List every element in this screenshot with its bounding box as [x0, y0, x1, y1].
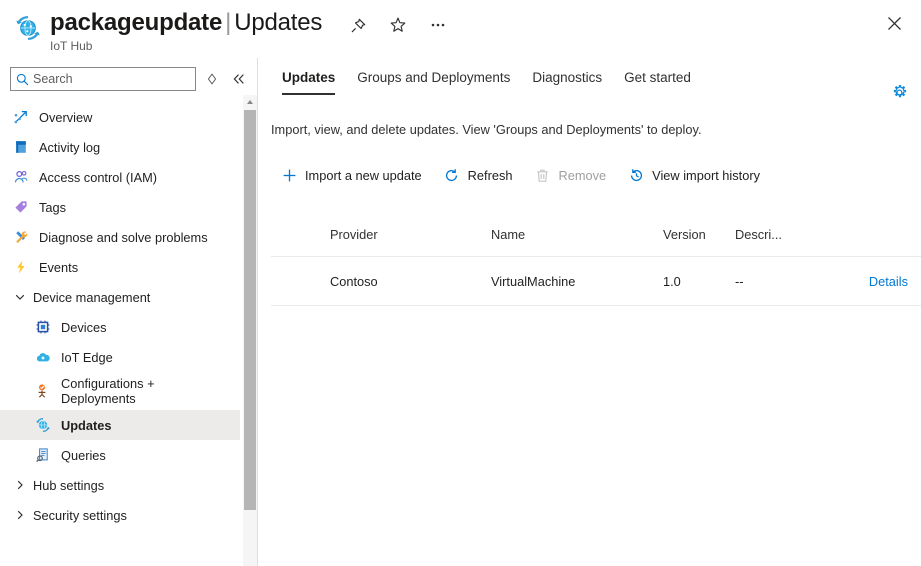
- page-name: Updates: [234, 9, 322, 36]
- sidebar-item-label: Access control (IAM): [39, 170, 157, 185]
- chevron-right-icon: [10, 509, 30, 521]
- tab-get-started[interactable]: Get started: [613, 58, 702, 95]
- command-label: Import a new update: [305, 168, 422, 183]
- tab-bar: Updates Groups and Deployments Diagnosti…: [258, 58, 921, 96]
- events-icon: [10, 259, 32, 275]
- scroll-up-arrow-icon[interactable]: [243, 95, 257, 109]
- sidebar-group-security-settings[interactable]: Security settings: [0, 500, 240, 530]
- import-a-new-update-button[interactable]: Import a new update: [271, 160, 431, 190]
- sidebar-item-label: Tags: [39, 200, 66, 215]
- cell-provider: Contoso: [271, 274, 491, 289]
- sidebar-item-events[interactable]: Events: [0, 252, 240, 282]
- gear-icon[interactable]: [885, 78, 913, 106]
- sidebar-item-label: Queries: [61, 448, 106, 463]
- updates-table: Provider Name Version Descri... Contoso …: [271, 204, 921, 306]
- history-clock-icon: [627, 168, 645, 183]
- sidebar-group-device-management[interactable]: Device management: [0, 282, 240, 312]
- sidebar-item-iot-edge[interactable]: IoT Edge: [0, 342, 240, 372]
- command-label: Remove: [558, 168, 606, 183]
- sidebar-item-label: Events: [39, 260, 78, 275]
- table-header-row: Provider Name Version Descri...: [271, 204, 921, 256]
- sidebar-item-label: IoT Edge: [61, 350, 113, 365]
- command-label: Refresh: [468, 168, 513, 183]
- cell-description: --: [735, 274, 820, 289]
- sidebar-item-label: Device management: [33, 290, 150, 305]
- iot-edge-cloud-icon: [32, 349, 54, 365]
- more-ellipsis-icon[interactable]: [425, 12, 451, 38]
- iot-hub-updates-globe-icon: [14, 14, 42, 42]
- refresh-diamond-icon[interactable]: [203, 70, 221, 88]
- devices-chip-icon: [32, 319, 54, 335]
- tab-updates[interactable]: Updates: [271, 58, 346, 95]
- plus-icon: [280, 168, 298, 183]
- header-actions: [345, 12, 451, 38]
- sidebar-item-activity-log[interactable]: Activity log: [0, 132, 240, 162]
- cell-details: Details: [820, 274, 910, 289]
- column-header-description[interactable]: Descri...: [735, 227, 820, 242]
- tab-diagnostics[interactable]: Diagnostics: [521, 58, 613, 95]
- configurations-deployments-icon: [32, 383, 54, 399]
- sidebar-item-queries[interactable]: Queries: [0, 440, 240, 470]
- sidebar-item-overview[interactable]: Overview: [0, 102, 240, 132]
- table-row[interactable]: Contoso VirtualMachine 1.0 -- Details: [271, 256, 921, 306]
- diagnose-icon: [10, 229, 32, 245]
- cell-name: VirtualMachine: [491, 274, 663, 289]
- sidebar-item-tags[interactable]: Tags: [0, 192, 240, 222]
- close-icon[interactable]: [879, 8, 909, 38]
- chevron-right-icon: [10, 479, 30, 491]
- sidebar-item-label: Updates: [61, 418, 112, 433]
- main-content: Updates Groups and Deployments Diagnosti…: [258, 58, 921, 566]
- cell-version: 1.0: [663, 274, 735, 289]
- favorite-star-icon[interactable]: [385, 12, 411, 38]
- refresh-icon: [443, 168, 461, 183]
- sidebar-item-label: Diagnose and solve problems: [39, 230, 208, 245]
- search-box[interactable]: [10, 67, 196, 91]
- sidebar-item-devices[interactable]: Devices: [0, 312, 240, 342]
- page-description: Import, view, and delete updates. View '…: [271, 122, 702, 137]
- updates-globe-icon: [32, 417, 54, 433]
- resource-type-subtitle: IoT Hub: [50, 39, 322, 53]
- column-header-version[interactable]: Version: [663, 227, 735, 242]
- details-link[interactable]: Details: [869, 274, 908, 289]
- remove-button: Remove: [524, 160, 615, 190]
- overview-icon: [10, 109, 32, 125]
- tags-icon: [10, 199, 32, 215]
- pin-icon[interactable]: [345, 12, 371, 38]
- sidebar-item-configurations-deployments[interactable]: Configurations + Deployments: [0, 372, 240, 410]
- search-icon: [11, 73, 33, 86]
- column-header-provider[interactable]: Provider: [271, 227, 491, 242]
- command-bar: Import a new update Refresh: [271, 158, 772, 192]
- azure-portal-blade: packageupdate|Updates IoT Hub: [0, 0, 921, 566]
- double-chevron-left-icon[interactable]: [230, 70, 248, 88]
- sidebar-item-label: Configurations + Deployments: [61, 376, 155, 406]
- sidebar-item-label: Devices: [61, 320, 107, 335]
- tab-groups-and-deployments[interactable]: Groups and Deployments: [346, 58, 521, 95]
- activity-log-icon: [10, 139, 32, 155]
- sidebar-scrollbar-thumb[interactable]: [244, 110, 256, 510]
- resource-name: packageupdate: [50, 9, 222, 36]
- sidebar-search-row: [0, 67, 240, 97]
- refresh-button[interactable]: Refresh: [434, 160, 522, 190]
- trash-icon: [533, 168, 551, 183]
- sidebar-item-updates[interactable]: Updates: [0, 410, 240, 440]
- sidebar-nav-list: Overview Activity log: [0, 102, 240, 566]
- command-label: View import history: [652, 168, 760, 183]
- blade-header: packageupdate|Updates IoT Hub: [0, 0, 921, 58]
- sidebar-item-label: Overview: [39, 110, 92, 125]
- sidebar-item-label: Security settings: [33, 508, 127, 523]
- sidebar-item-diagnose[interactable]: Diagnose and solve problems: [0, 222, 240, 252]
- page-title: packageupdate|Updates IoT Hub: [50, 8, 322, 53]
- queries-document-icon: [32, 447, 54, 463]
- sidebar-item-label: Hub settings: [33, 478, 104, 493]
- chevron-down-icon: [10, 291, 30, 303]
- sidebar-group-hub-settings[interactable]: Hub settings: [0, 470, 240, 500]
- access-control-icon: [10, 169, 32, 185]
- search-input[interactable]: [33, 69, 183, 89]
- view-import-history-button[interactable]: View import history: [618, 160, 769, 190]
- title-separator: |: [222, 9, 234, 36]
- column-header-name[interactable]: Name: [491, 227, 663, 242]
- sidebar: Overview Activity log: [0, 58, 240, 566]
- sidebar-item-access-control[interactable]: Access control (IAM): [0, 162, 240, 192]
- sidebar-item-label: Activity log: [39, 140, 100, 155]
